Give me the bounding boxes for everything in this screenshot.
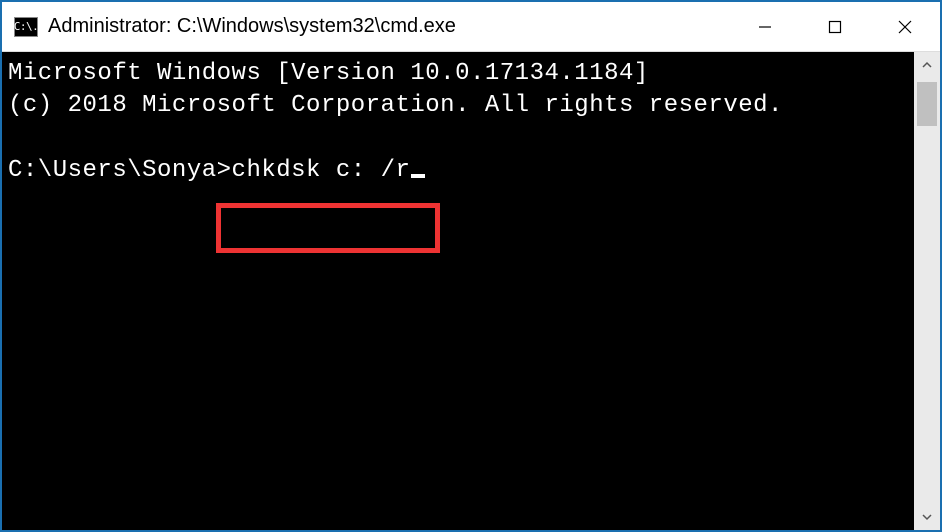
window-title: Administrator: C:\Windows\system32\cmd.e… — [48, 15, 730, 38]
maximize-icon — [828, 20, 842, 34]
close-button[interactable] — [870, 2, 940, 51]
scroll-track[interactable] — [914, 78, 940, 504]
terminal-command: chkdsk c: /r — [232, 157, 411, 184]
terminal-line-version: Microsoft Windows [Version 10.0.17134.11… — [8, 60, 649, 87]
scroll-down-arrow[interactable] — [914, 504, 940, 530]
cursor — [411, 174, 425, 178]
scroll-up-arrow[interactable] — [914, 52, 940, 78]
window-controls — [730, 2, 940, 51]
minimize-icon — [758, 20, 772, 34]
client-area: Microsoft Windows [Version 10.0.17134.11… — [2, 52, 940, 530]
cmd-icon: C:\. — [14, 17, 38, 37]
chevron-down-icon — [921, 511, 933, 523]
vertical-scrollbar[interactable] — [914, 52, 940, 530]
terminal-prompt: C:\Users\Sonya> — [8, 157, 232, 184]
terminal-line-copyright: (c) 2018 Microsoft Corporation. All righ… — [8, 92, 783, 119]
titlebar[interactable]: C:\. Administrator: C:\Windows\system32\… — [2, 2, 940, 52]
minimize-button[interactable] — [730, 2, 800, 51]
chevron-up-icon — [921, 59, 933, 71]
scroll-thumb[interactable] — [917, 82, 937, 126]
close-icon — [897, 19, 913, 35]
maximize-button[interactable] — [800, 2, 870, 51]
terminal[interactable]: Microsoft Windows [Version 10.0.17134.11… — [2, 52, 914, 530]
cmd-window: C:\. Administrator: C:\Windows\system32\… — [0, 0, 942, 532]
